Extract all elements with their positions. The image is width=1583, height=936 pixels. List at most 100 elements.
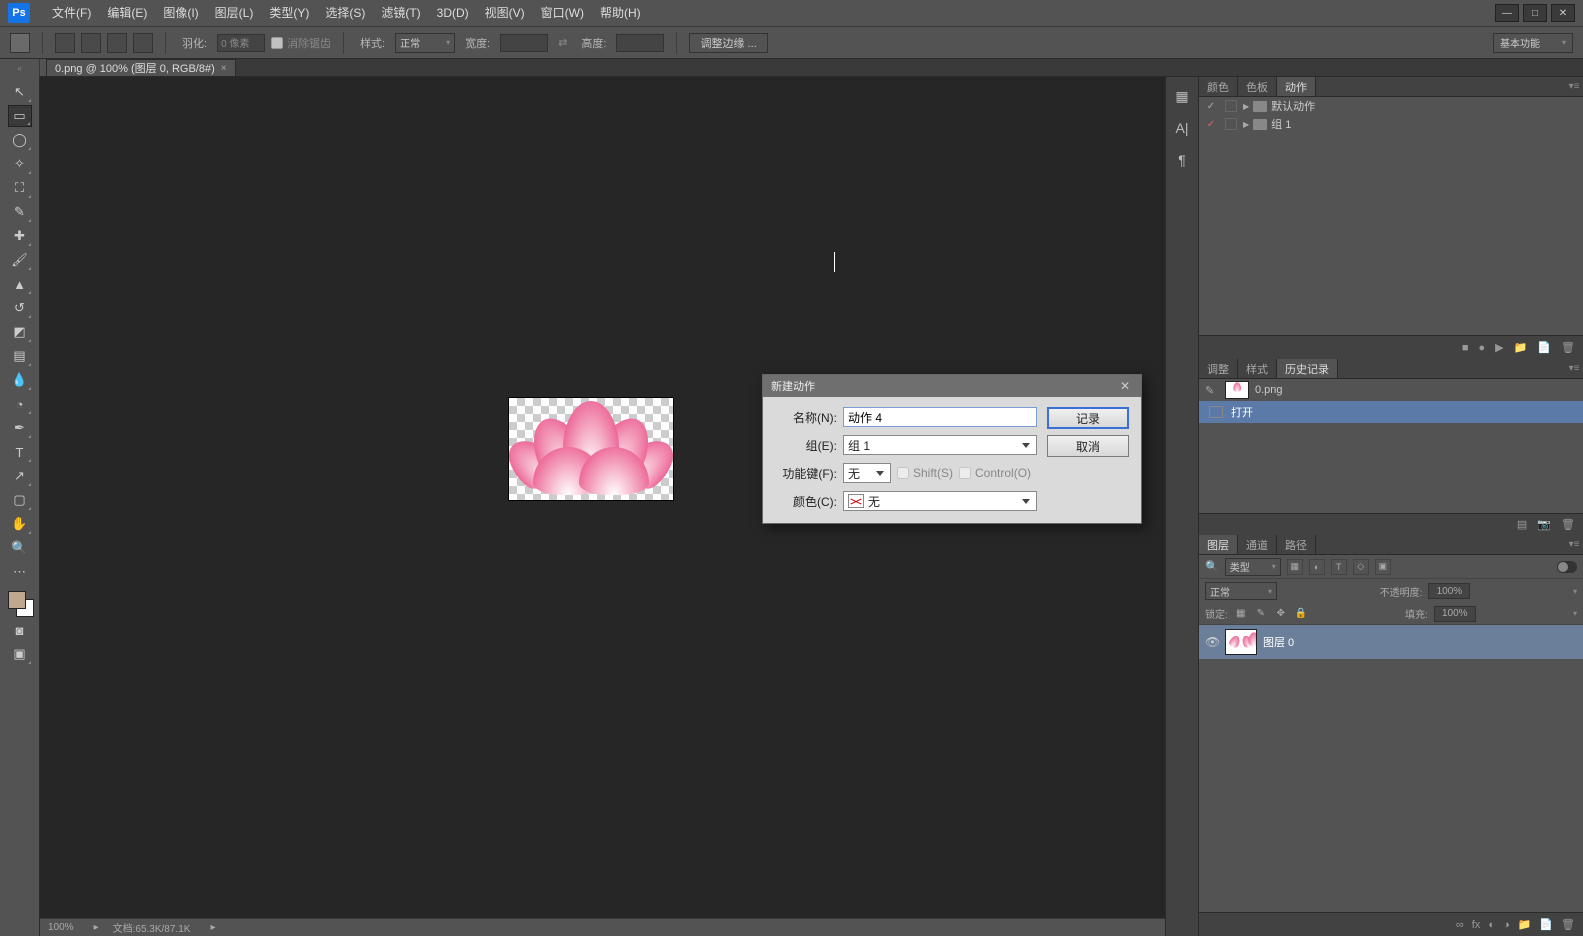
control-checkbox[interactable]: Control(O) [959, 466, 1031, 480]
visibility-icon[interactable]: 👁 [1205, 635, 1219, 649]
filter-pixel-icon[interactable]: ▦ [1287, 559, 1303, 575]
new-layer-icon[interactable]: 📄 [1539, 918, 1553, 931]
character-icon[interactable]: A| [1172, 119, 1192, 137]
antialias-checkbox[interactable]: 消除锯齿 [271, 35, 331, 51]
snapshot-icon[interactable]: 📷 [1537, 518, 1551, 531]
tab-channels[interactable]: 通道 [1238, 535, 1277, 554]
action-name-input[interactable] [843, 407, 1037, 427]
brush-tool[interactable]: 🖌 [8, 249, 32, 271]
history-item[interactable]: 打开 [1199, 401, 1583, 423]
selection-new-icon[interactable] [55, 33, 75, 53]
new-action-icon[interactable]: 📄 [1537, 341, 1551, 354]
close-icon[interactable]: × [221, 63, 227, 74]
filter-toggle[interactable] [1557, 561, 1577, 573]
check-icon[interactable] [1203, 101, 1219, 112]
menu-layer[interactable]: 图层(L) [207, 0, 262, 27]
adjustment-icon[interactable]: ◑ [1503, 919, 1510, 931]
record-button[interactable]: 记录 [1047, 407, 1129, 429]
dialog-close-button[interactable]: ✕ [1117, 379, 1133, 393]
selection-subtract-icon[interactable] [107, 33, 127, 53]
mask-icon[interactable]: ◐ [1488, 919, 1495, 931]
check-icon[interactable] [1203, 119, 1219, 130]
blend-mode-select[interactable]: 正常▾ [1205, 582, 1277, 600]
menu-edit[interactable]: 编辑(E) [99, 0, 155, 27]
maximize-button[interactable]: □ [1523, 4, 1547, 22]
action-set-row[interactable]: ▶ 组 1 [1199, 115, 1583, 133]
tab-actions[interactable]: 动作 [1277, 77, 1316, 96]
panel-menu-icon[interactable]: ▾≡ [1565, 535, 1583, 554]
record-icon[interactable]: ● [1479, 342, 1486, 354]
dialog-titlebar[interactable]: 新建动作 ✕ [763, 375, 1141, 397]
lock-transparent-icon[interactable]: ▦ [1234, 607, 1248, 621]
refine-edge-button[interactable]: 调整边缘 ... [689, 33, 767, 53]
link-icon[interactable]: ∞ [1456, 919, 1464, 931]
menu-3d[interactable]: 3D(D) [429, 0, 477, 27]
marquee-tool-icon[interactable] [10, 33, 30, 53]
tab-layers[interactable]: 图层 [1199, 535, 1238, 554]
hand-tool[interactable]: ✋ [8, 513, 32, 535]
swatches-icon[interactable]: ▦ [1172, 87, 1192, 105]
history-brush-tool[interactable]: ↺ [8, 297, 32, 319]
screen-mode[interactable]: ▣ [8, 643, 32, 665]
layers-empty-area[interactable] [1199, 659, 1583, 912]
doc-info[interactable]: 文档:65.3K/87.1K [113, 920, 191, 935]
style-select[interactable]: 正常▾ [395, 33, 455, 53]
action-set-row[interactable]: ▶ 默认动作 [1199, 97, 1583, 115]
menu-view[interactable]: 视图(V) [477, 0, 533, 27]
crop-tool[interactable]: ⛶ [8, 177, 32, 199]
play-icon[interactable]: ▶ [1495, 341, 1503, 354]
filter-adjust-icon[interactable]: ◐ [1309, 559, 1325, 575]
filter-shape-icon[interactable]: ◇ [1353, 559, 1369, 575]
opacity-stepper[interactable]: ▾ [1573, 587, 1577, 596]
tab-color[interactable]: 颜色 [1199, 77, 1238, 96]
healing-tool[interactable]: ✚ [8, 225, 32, 247]
tab-history[interactable]: 历史记录 [1277, 359, 1338, 378]
magic-wand-tool[interactable]: ✧ [8, 153, 32, 175]
expand-icon[interactable]: ▶ [1243, 120, 1249, 129]
stamp-tool[interactable]: ▲ [8, 273, 32, 295]
color-swatches[interactable] [6, 589, 34, 617]
move-tool[interactable]: ↖ [8, 81, 32, 103]
tab-paths[interactable]: 路径 [1277, 535, 1316, 554]
filter-kind-select[interactable]: 类型▾ [1225, 558, 1281, 576]
filter-smart-icon[interactable]: ▣ [1375, 559, 1391, 575]
eraser-tool[interactable]: ◩ [8, 321, 32, 343]
type-tool[interactable]: T [8, 441, 32, 463]
pen-tool[interactable]: ✒ [8, 417, 32, 439]
height-input[interactable] [616, 34, 664, 52]
fill-value[interactable]: 100% [1434, 606, 1476, 622]
menu-type[interactable]: 类型(Y) [261, 0, 317, 27]
info-arrow-icon[interactable]: ▸ [210, 922, 215, 933]
close-button[interactable]: ✕ [1551, 4, 1575, 22]
toolbox-collapse[interactable]: « [0, 59, 40, 77]
selection-add-icon[interactable] [81, 33, 101, 53]
menu-help[interactable]: 帮助(H) [592, 0, 649, 27]
path-select-tool[interactable]: ↗ [8, 465, 32, 487]
fkey-select[interactable]: 无 [843, 463, 891, 483]
stop-icon[interactable]: ■ [1462, 342, 1469, 354]
filter-type-icon[interactable]: T [1331, 559, 1347, 575]
paragraph-icon[interactable]: ¶ [1172, 151, 1192, 169]
action-set-select[interactable]: 组 1 [843, 435, 1037, 455]
shape-tool[interactable]: ▢ [8, 489, 32, 511]
blur-tool[interactable]: 💧 [8, 369, 32, 391]
canvas[interactable]: 新建动作 ✕ 名称(N): 组(E): 组 1 功能键(F): 无 [40, 77, 1165, 936]
selection-intersect-icon[interactable] [133, 33, 153, 53]
width-input[interactable] [500, 34, 548, 52]
swap-icon[interactable]: ⇄ [558, 36, 567, 49]
cancel-button[interactable]: 取消 [1047, 435, 1129, 457]
layer-thumbnail[interactable] [1225, 629, 1257, 655]
new-doc-from-state-icon[interactable]: ▤ [1517, 518, 1527, 531]
document-tab[interactable]: 0.png @ 100% (图层 0, RGB/8#) × [46, 59, 236, 76]
layer-name[interactable]: 图层 0 [1263, 634, 1294, 650]
menu-image[interactable]: 图像(I) [155, 0, 206, 27]
trash-icon[interactable]: 🗑 [1561, 518, 1575, 531]
marquee-tool[interactable]: ▭ [8, 105, 32, 127]
trash-icon[interactable]: 🗑 [1561, 918, 1575, 931]
zoom-tool[interactable]: 🔍 [8, 537, 32, 559]
zoom-arrow-icon[interactable]: ▸ [94, 922, 99, 933]
panel-menu-icon[interactable]: ▾≡ [1565, 359, 1583, 378]
tab-styles[interactable]: 样式 [1238, 359, 1277, 378]
minimize-button[interactable]: — [1495, 4, 1519, 22]
menu-filter[interactable]: 滤镜(T) [373, 0, 428, 27]
